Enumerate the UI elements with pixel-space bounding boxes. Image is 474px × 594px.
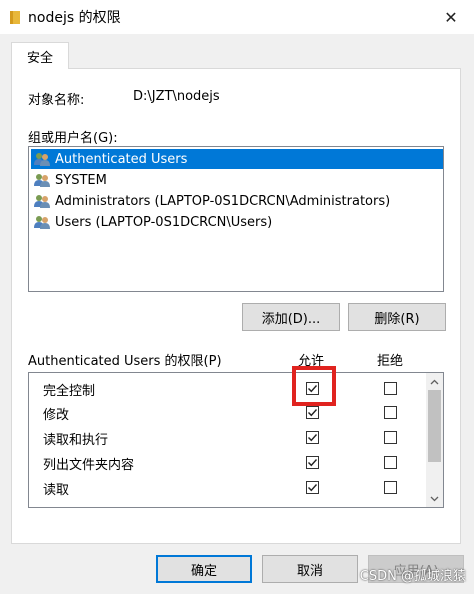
object-name-label: 对象名称: xyxy=(28,93,85,108)
list-item-label: Authenticated Users xyxy=(55,151,188,167)
cancel-button[interactable]: 取消 xyxy=(262,555,358,583)
permission-name: 列出文件夹内容 xyxy=(43,458,135,473)
permissions-label: Authenticated Users 的权限(P) xyxy=(28,354,222,369)
allow-checkbox[interactable] xyxy=(306,431,319,444)
table-row: 读取 xyxy=(29,476,427,500)
close-button[interactable]: ✕ xyxy=(428,0,474,34)
permission-name: 修改 xyxy=(43,408,70,423)
permission-name: 读取和执行 xyxy=(43,433,109,448)
scroll-up-button[interactable] xyxy=(426,373,443,390)
list-item-label: Users (LAPTOP-0S1DCRCN\Users) xyxy=(55,214,273,230)
remove-button-label: 删除(R) xyxy=(374,311,420,327)
chevron-up-icon xyxy=(430,379,439,384)
list-item[interactable]: Users (LAPTOP-0S1DCRCN\Users) xyxy=(31,212,443,232)
folder-icon xyxy=(10,10,20,24)
allow-checkbox[interactable] xyxy=(306,456,319,469)
list-item[interactable]: Authenticated Users xyxy=(31,149,443,169)
check-icon xyxy=(308,409,318,417)
cancel-button-label: 取消 xyxy=(296,563,323,579)
deny-checkbox[interactable] xyxy=(384,406,397,419)
users-icon xyxy=(34,174,50,187)
add-button-label: 添加(D)... xyxy=(261,311,321,327)
ok-button-label: 确定 xyxy=(190,563,217,579)
users-icon xyxy=(34,195,50,208)
window-title: nodejs 的权限 xyxy=(28,10,121,26)
deny-checkbox[interactable] xyxy=(384,456,397,469)
tab-security-label: 安全 xyxy=(26,50,53,66)
permissions-scrollbar[interactable] xyxy=(426,373,443,507)
deny-checkbox[interactable] xyxy=(384,382,397,395)
deny-checkbox[interactable] xyxy=(384,481,397,494)
annotation-highlight-box xyxy=(292,366,336,406)
object-name-value: D:\JZT\nodejs xyxy=(133,89,220,104)
add-button[interactable]: 添加(D)... xyxy=(242,303,340,331)
check-icon xyxy=(308,459,318,467)
table-row: 完全控制 xyxy=(29,377,427,401)
ok-button[interactable]: 确定 xyxy=(156,555,252,583)
list-item-label: Administrators (LAPTOP-0S1DCRCN\Administ… xyxy=(55,193,391,209)
title-bar: nodejs 的权限 ✕ xyxy=(0,0,474,34)
permissions-list: 完全控制 修改 读取和执行 列出文件夹内容 读取 xyxy=(28,372,444,508)
chevron-down-icon xyxy=(430,496,439,501)
scroll-thumb[interactable] xyxy=(428,390,441,462)
check-icon xyxy=(308,484,318,492)
tab-security[interactable]: 安全 xyxy=(11,42,69,69)
deny-header: 拒绝 xyxy=(377,354,404,369)
scroll-down-button[interactable] xyxy=(426,490,443,507)
list-item-label: SYSTEM xyxy=(55,172,107,188)
groups-label: 组或用户名(G): xyxy=(28,131,118,146)
remove-button[interactable]: 删除(R) xyxy=(348,303,446,331)
list-item[interactable]: SYSTEM xyxy=(31,170,443,190)
allow-checkbox[interactable] xyxy=(306,406,319,419)
allow-checkbox[interactable] xyxy=(306,481,319,494)
users-icon xyxy=(34,216,50,229)
permission-name: 读取 xyxy=(43,483,70,498)
check-icon xyxy=(308,434,318,442)
close-icon: ✕ xyxy=(444,7,458,27)
users-icon xyxy=(34,153,50,166)
list-item[interactable]: Administrators (LAPTOP-0S1DCRCN\Administ… xyxy=(31,191,443,211)
deny-checkbox[interactable] xyxy=(384,431,397,444)
group-user-list[interactable]: Authenticated Users SYSTEM Administrator… xyxy=(28,146,444,292)
watermark-text: CSDN @孤城浪猿 xyxy=(359,569,466,584)
table-row: 读取和执行 xyxy=(29,426,427,450)
table-row: 列出文件夹内容 xyxy=(29,451,427,475)
table-row: 修改 xyxy=(29,401,427,425)
permission-name: 完全控制 xyxy=(43,384,96,399)
